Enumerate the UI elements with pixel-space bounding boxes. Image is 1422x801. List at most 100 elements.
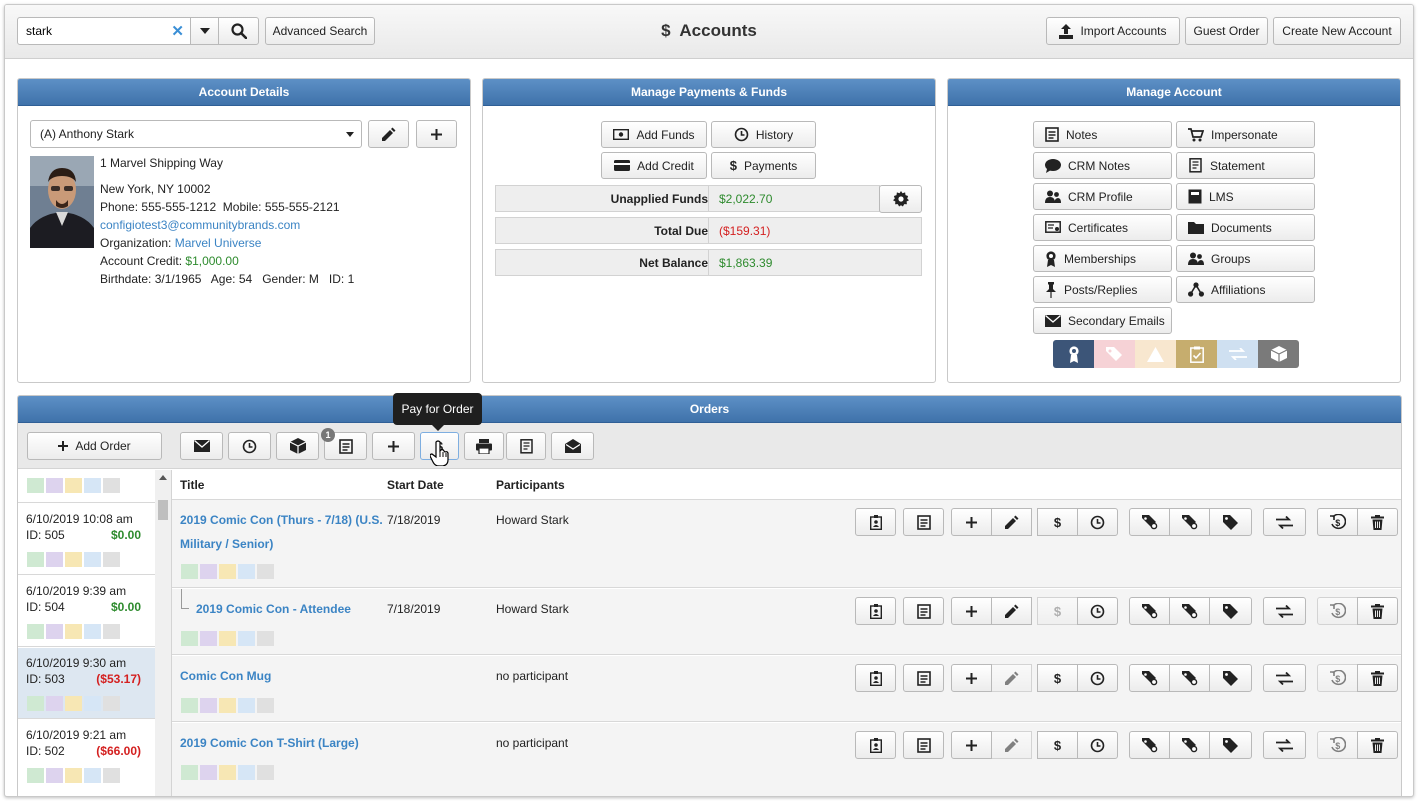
item-title-continued[interactable]: Military / Senior)	[180, 537, 273, 551]
list-item[interactable]: 6/10/2019 9:21 am ID: 502 ($66.00)	[18, 720, 155, 796]
item-title[interactable]: 2019 Comic Con T-Shirt (Large)	[180, 736, 359, 750]
delete-button[interactable]	[1357, 664, 1398, 692]
add-account-button[interactable]	[416, 120, 457, 148]
tag-button[interactable]	[1209, 664, 1252, 692]
badge-button[interactable]	[855, 664, 896, 692]
import-accounts-button[interactable]: Import Accounts	[1046, 17, 1180, 45]
email-link[interactable]: configiotest3@communitybrands.com	[100, 218, 300, 232]
item-title[interactable]: Comic Con Mug	[180, 669, 271, 683]
funds-settings-button[interactable]	[879, 185, 922, 213]
badge-button[interactable]	[855, 597, 896, 625]
tag-button[interactable]	[1209, 508, 1252, 536]
tag-view-button[interactable]	[1169, 664, 1210, 692]
notes-button[interactable]	[903, 664, 944, 692]
scroll-thumb[interactable]	[158, 500, 168, 520]
memberships-button[interactable]: Memberships	[1033, 245, 1172, 272]
item-title[interactable]: 2019 Comic Con (Thurs - 7/18) (U.S.	[180, 513, 383, 527]
shipping-button[interactable]	[276, 432, 319, 460]
edit-button[interactable]	[991, 664, 1032, 692]
tag-search-button[interactable]	[1129, 597, 1170, 625]
tags-status-swatch[interactable]	[1094, 340, 1135, 368]
notes-button[interactable]	[903, 731, 944, 759]
refund-button[interactable]: $	[1317, 664, 1358, 692]
item-title[interactable]: 2019 Comic Con - Attendee	[196, 602, 351, 616]
order-notes-button[interactable]: 1	[321, 428, 367, 460]
create-new-account-button[interactable]: Create New Account	[1273, 17, 1401, 45]
notes-button[interactable]	[903, 597, 944, 625]
pay-button[interactable]: $	[1037, 664, 1078, 692]
history-button[interactable]	[1077, 664, 1118, 692]
transfer-button[interactable]	[1263, 664, 1306, 692]
pay-button[interactable]: $	[1037, 597, 1078, 625]
guest-order-button[interactable]: Guest Order	[1185, 17, 1268, 45]
badge-button[interactable]	[855, 731, 896, 759]
transfer-button[interactable]	[1263, 508, 1306, 536]
history-button[interactable]	[1077, 731, 1118, 759]
groups-button[interactable]: Groups	[1176, 245, 1315, 272]
badge-button[interactable]	[855, 508, 896, 536]
affiliations-button[interactable]: Affiliations	[1176, 276, 1315, 303]
tag-view-button[interactable]	[1169, 597, 1210, 625]
refund-button[interactable]: $	[1317, 597, 1358, 625]
tag-search-button[interactable]	[1129, 731, 1170, 759]
delete-button[interactable]	[1357, 597, 1398, 625]
impersonate-button[interactable]: Impersonate	[1176, 121, 1315, 148]
membership-status-swatch[interactable]	[1053, 340, 1094, 368]
edit-button[interactable]	[991, 508, 1032, 536]
certificates-button[interactable]: Certificates	[1033, 214, 1172, 241]
add-button[interactable]	[951, 597, 992, 625]
documents-button[interactable]: Documents	[1176, 214, 1315, 241]
order-list-scrollbar[interactable]	[155, 470, 171, 796]
edit-button[interactable]	[991, 597, 1032, 625]
posts-replies-button[interactable]: Posts/Replies	[1033, 276, 1172, 303]
refund-button[interactable]: $	[1317, 508, 1358, 536]
receipt-button[interactable]	[506, 432, 546, 460]
delete-button[interactable]	[1357, 731, 1398, 759]
list-item[interactable]	[18, 470, 155, 503]
add-item-button[interactable]	[372, 432, 415, 460]
notes-button[interactable]: Notes	[1033, 121, 1172, 148]
tag-search-button[interactable]	[1129, 508, 1170, 536]
shipping-status-swatch[interactable]	[1258, 340, 1299, 368]
tag-view-button[interactable]	[1169, 508, 1210, 536]
history-button[interactable]	[1077, 508, 1118, 536]
add-credit-button[interactable]: Add Credit	[601, 152, 707, 179]
crm-profile-button[interactable]: CRM Profile	[1033, 183, 1172, 210]
payments-button[interactable]: $ Payments	[711, 152, 816, 179]
transfer-button[interactable]	[1263, 731, 1306, 759]
list-item[interactable]: 6/10/2019 9:39 am ID: 504 $0.00	[18, 576, 155, 647]
pay-button[interactable]: $	[1037, 508, 1078, 536]
delete-button[interactable]	[1357, 508, 1398, 536]
add-button[interactable]	[951, 508, 992, 536]
lms-button[interactable]: LMS	[1176, 183, 1315, 210]
warning-status-swatch[interactable]	[1135, 340, 1176, 368]
statement-button[interactable]: Statement	[1176, 152, 1315, 179]
history-button[interactable]	[1077, 597, 1118, 625]
add-button[interactable]	[951, 664, 992, 692]
transfer-button[interactable]	[1263, 597, 1306, 625]
pay-button[interactable]: $	[1037, 731, 1078, 759]
transfer-status-swatch[interactable]	[1217, 340, 1258, 368]
email-receipt-button[interactable]	[551, 432, 594, 460]
email-order-button[interactable]	[180, 432, 223, 460]
refund-button[interactable]: $	[1317, 731, 1358, 759]
edit-account-button[interactable]	[368, 120, 409, 148]
list-item[interactable]: 6/10/2019 10:08 am ID: 505 $0.00	[18, 504, 155, 575]
print-button[interactable]	[464, 432, 504, 460]
tag-button[interactable]	[1209, 731, 1252, 759]
tag-search-button[interactable]	[1129, 664, 1170, 692]
crm-notes-button[interactable]: CRM Notes	[1033, 152, 1172, 179]
notes-button[interactable]	[903, 508, 944, 536]
order-history-button[interactable]	[228, 432, 271, 460]
tag-view-button[interactable]	[1169, 731, 1210, 759]
tag-button[interactable]	[1209, 597, 1252, 625]
add-order-button[interactable]: Add Order	[27, 432, 162, 460]
secondary-emails-button[interactable]: Secondary Emails	[1033, 307, 1172, 334]
history-button[interactable]: History	[711, 121, 816, 148]
list-item[interactable]: 6/10/2019 9:30 am ID: 503 ($53.17)	[18, 648, 155, 719]
add-button[interactable]	[951, 731, 992, 759]
tasks-status-swatch[interactable]	[1176, 340, 1217, 368]
organization-link[interactable]: Marvel Universe	[175, 236, 262, 250]
account-select[interactable]: (A) Anthony Stark	[30, 120, 362, 148]
add-funds-button[interactable]: Add Funds	[601, 121, 707, 148]
